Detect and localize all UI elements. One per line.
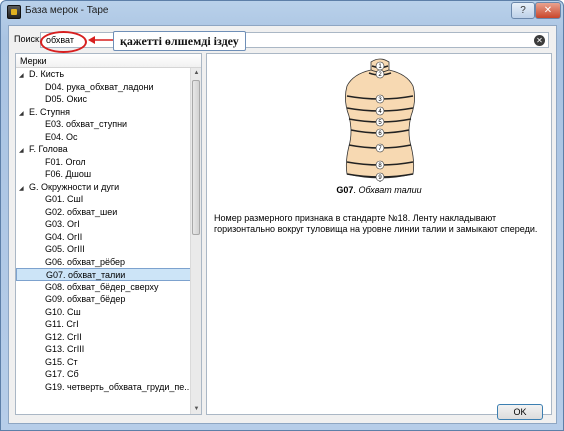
tree-item-label: G15. Ст: [45, 356, 78, 367]
tree-item-label: G10. Сш: [45, 306, 81, 317]
caption-name: Обхват талии: [358, 185, 422, 195]
tree-item-label: G07. обхват_талии: [46, 270, 126, 280]
callout-arrow-icon: [88, 36, 113, 44]
tree-item-label: G19. четверть_обхвата_груди_пе...: [45, 381, 192, 392]
window-title: База мерок - Tape: [25, 5, 109, 16]
tree-item-label: E04. Ос: [45, 131, 78, 142]
tree-item-label: G09. обхват_бёдер: [45, 294, 126, 304]
tree-item-label: F. Голова: [29, 144, 68, 154]
caption-code: G07: [336, 185, 354, 195]
measurements-tree-panel: Мерки ◢ D. Кисть D04. рука_обхват_ладони D0…: [15, 53, 202, 415]
tree-item-label: G03. ОгI: [45, 219, 80, 229]
tree-item-label: D. Кисть: [29, 69, 65, 79]
search-row: Поиск: обхват ✕ қажетті өлшемді іздеу: [9, 30, 556, 53]
tree-item[interactable]: G08. обхват_бёдер_сверху: [16, 281, 201, 294]
mannequin-figure: 1 2 3 4 5 6 7 8 9: [345, 58, 415, 182]
tree-item[interactable]: G10. Сш: [16, 306, 201, 319]
measurements-tree: ◢ D. Кисть D04. рука_обхват_ладони D05. Оки…: [16, 68, 201, 393]
measurements-dialog: База мерок - Tape ? ✕ Поиск: обхват ✕ қа…: [0, 0, 564, 431]
search-label: Поиск:: [14, 34, 42, 44]
tree-item-label: G04. ОгII: [45, 231, 83, 242]
tree-group[interactable]: ◢ D. Кисть: [16, 68, 201, 81]
tree-item[interactable]: G19. четверть_обхвата_груди_пе...: [16, 381, 201, 394]
tree-item-label: G06. обхват_рёбер: [45, 256, 126, 267]
tree-item-label: G13. СгIII: [45, 344, 85, 354]
tree-item-label: E. Ступня: [29, 106, 70, 117]
tree-item[interactable]: G06. обхват_рёбер: [16, 256, 201, 269]
tree-scrollbar[interactable]: ▲ ▼: [190, 68, 201, 414]
scroll-down-icon[interactable]: ▼: [191, 404, 201, 414]
annotation-callout: қажетті өлшемді іздеу: [113, 31, 246, 51]
tree-item[interactable]: G02. обхват_шеи: [16, 206, 201, 219]
tree-item-label: G. Окружности и дуги: [29, 181, 120, 192]
scroll-thumb[interactable]: [192, 80, 200, 235]
tree-item[interactable]: G09. обхват_бёдер: [16, 293, 201, 306]
tree-item-label: G01. СшI: [45, 194, 84, 204]
tree-item[interactable]: G11. СгI: [16, 318, 201, 331]
close-button[interactable]: ✕: [535, 2, 561, 19]
tree-item[interactable]: G05. ОгIII: [16, 243, 201, 256]
tree-item[interactable]: E03. обхват_ступни: [16, 118, 201, 131]
tree-group[interactable]: ◢ F. Голова: [16, 143, 201, 156]
measurement-detail-panel: 1 2 3 4 5 6 7 8 9 G07. Обхват талии Номе…: [206, 53, 552, 415]
figure-caption: G07. Обхват талии: [207, 185, 551, 195]
tree-item[interactable]: G15. Ст: [16, 356, 201, 369]
caption-separator: .: [353, 185, 356, 195]
tree-item-label: G05. ОгIII: [45, 244, 85, 254]
dialog-content: Поиск: обхват ✕ қажетті өлшемді іздеу Ме…: [8, 25, 557, 424]
tree-item-label: G17. Сб: [45, 369, 79, 379]
help-button[interactable]: ?: [511, 2, 535, 19]
ok-button[interactable]: OK: [497, 404, 543, 420]
tree-item[interactable]: G12. СгII: [16, 331, 201, 344]
tree-item[interactable]: F06. Дшош: [16, 168, 201, 181]
tree-header: Мерки: [16, 54, 201, 68]
tree-item[interactable]: G03. ОгI: [16, 218, 201, 231]
highlight-ellipse: [40, 31, 87, 53]
tree-item-label: D05. Окис: [45, 94, 87, 104]
tree-item[interactable]: D04. рука_обхват_ладони: [16, 81, 201, 94]
tree-group[interactable]: ◢ G. Окружности и дуги: [16, 181, 201, 194]
tree-item-label: G11. СгI: [45, 319, 79, 329]
tree-item[interactable]: G17. Сб: [16, 368, 201, 381]
clear-icon[interactable]: ✕: [534, 35, 545, 46]
tree-item[interactable]: E04. Ос: [16, 131, 201, 144]
tree-item-label: F06. Дшош: [45, 169, 92, 179]
scroll-up-icon[interactable]: ▲: [191, 68, 201, 79]
tree-item[interactable]: F01. Огол: [16, 156, 201, 169]
title-bar: База мерок - Tape ? ✕: [1, 1, 563, 23]
tree-item[interactable]: G13. СгIII: [16, 343, 201, 356]
tree-item-label: D04. рука_обхват_ладони: [45, 81, 154, 92]
tree-item-label: G02. обхват_шеи: [45, 206, 118, 217]
tree-item[interactable]: D05. Окис: [16, 93, 201, 106]
tree-item-label: F01. Огол: [45, 156, 86, 167]
app-icon: [7, 5, 21, 19]
tree-item-label: G12. СгII: [45, 331, 82, 342]
tree-item[interactable]: G01. СшI: [16, 193, 201, 206]
measurement-description: Номер размерного признака в стандарте №1…: [214, 213, 538, 234]
tree-group[interactable]: ◢ E. Ступня: [16, 106, 201, 119]
tree-item-label: E03. обхват_ступни: [45, 119, 128, 129]
tree-item-label: G08. обхват_бёдер_сверху: [45, 281, 159, 292]
tree-item[interactable]: G07. обхват_талии: [16, 268, 201, 281]
tree-item[interactable]: G04. ОгII: [16, 231, 201, 244]
